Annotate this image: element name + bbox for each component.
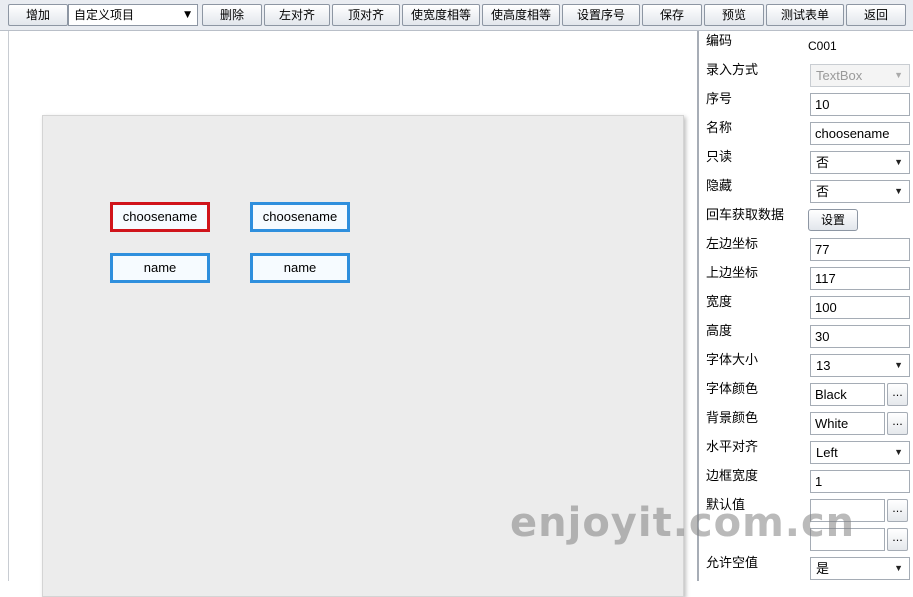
font-size-value: 13 — [816, 358, 831, 373]
font-color-picker-button[interactable]: ... — [887, 383, 908, 406]
input-mode-value: TextBox — [816, 68, 863, 83]
prop-row-left: 左边坐标 77 — [699, 236, 913, 265]
font-color-input[interactable]: Black — [810, 383, 885, 406]
prop-label: 水平对齐 — [706, 440, 759, 455]
readonly-select[interactable]: 否 ▼ — [810, 151, 910, 174]
background-color-picker-button[interactable]: ... — [887, 412, 908, 435]
background-color-input[interactable]: White — [810, 412, 885, 435]
prop-label: 宽度 — [706, 295, 733, 310]
align-top-button[interactable]: 顶对齐 — [332, 4, 400, 26]
form-canvas[interactable] — [42, 115, 684, 597]
preview-button[interactable]: 预览 — [704, 4, 764, 26]
hidden-value: 否 — [816, 184, 830, 199]
prop-label: 高度 — [706, 324, 733, 339]
test-form-button[interactable]: 测试表单 — [766, 4, 844, 26]
form-control-choosename[interactable]: choosename — [250, 202, 350, 232]
horizontal-align-select[interactable]: Left ▼ — [810, 441, 910, 464]
chevron-down-icon: ▼ — [894, 70, 903, 80]
readonly-value: 否 — [816, 155, 830, 170]
chevron-down-icon: ▼ — [894, 447, 903, 457]
back-button[interactable]: 返回 — [846, 4, 906, 26]
equal-width-button[interactable]: 使宽度相等 — [402, 4, 480, 26]
prop-row-enter-fetch: 回车获取数据 设置 — [699, 207, 913, 236]
order-input[interactable]: 10 — [810, 93, 910, 116]
chevron-down-icon: ▼ — [184, 10, 191, 20]
align-left-button[interactable]: 左对齐 — [264, 4, 330, 26]
horizontal-align-value: Left — [816, 445, 838, 460]
prop-row-readonly: 只读 否 ▼ — [699, 149, 913, 178]
prop-label: 回车获取数据 — [706, 208, 785, 223]
prop-row-allow-null: 允许空值 是 ▼ — [699, 555, 913, 584]
form-control-name[interactable]: name — [110, 253, 210, 283]
prop-row-default-value: 默认值 ... — [699, 497, 913, 526]
prop-row-h-align: 水平对齐 Left ▼ — [699, 439, 913, 468]
item-type-select-value: 自定义项目 — [74, 8, 135, 22]
border-width-input[interactable]: 1 — [810, 470, 910, 493]
default-value-picker-button[interactable]: ... — [887, 499, 908, 522]
font-size-select[interactable]: 13 ▼ — [810, 354, 910, 377]
prop-label: 隐藏 — [706, 179, 733, 194]
form-control-choosename-selected[interactable]: choosename — [110, 202, 210, 232]
prop-label: 名称 — [706, 121, 733, 136]
prop-label: 允许空值 — [706, 556, 759, 571]
prop-label: 编码 — [706, 34, 733, 49]
prop-row-obscured: ... — [699, 526, 913, 555]
item-type-select[interactable]: 自定义项目 ▼ — [68, 4, 198, 26]
input-mode-select: TextBox ▼ — [810, 64, 910, 87]
toolbar: 增加 自定义项目 ▼ 删除 左对齐 顶对齐 使宽度相等 使高度相等 设置序号 保… — [0, 0, 913, 31]
prop-row-font-color: 字体颜色 Black ... — [699, 381, 913, 410]
default-value-input[interactable] — [810, 499, 885, 522]
prop-label: 边框宽度 — [706, 469, 759, 484]
prop-label: 字体颜色 — [706, 382, 759, 397]
height-input[interactable]: 30 — [810, 325, 910, 348]
prop-row-input-mode: 录入方式 TextBox ▼ — [699, 62, 913, 91]
prop-label: 背景颜色 — [706, 411, 759, 426]
prop-row-top: 上边坐标 117 — [699, 265, 913, 294]
prop-label: 录入方式 — [706, 63, 759, 78]
prop-row-name: 名称 choosename — [699, 120, 913, 149]
form-control-name[interactable]: name — [250, 253, 350, 283]
prop-row-order: 序号 10 — [699, 91, 913, 120]
prop-row-bg-color: 背景颜色 White ... — [699, 410, 913, 439]
equal-height-button[interactable]: 使高度相等 — [482, 4, 560, 26]
prop-row-code: 编码 C001 — [699, 33, 913, 62]
prop-row-border-width: 边框宽度 1 — [699, 468, 913, 497]
hidden-select[interactable]: 否 ▼ — [810, 180, 910, 203]
prop-label: 上边坐标 — [706, 266, 759, 281]
chevron-down-icon: ▼ — [894, 157, 903, 167]
chevron-down-icon: ▼ — [894, 186, 903, 196]
design-workspace — [8, 31, 697, 597]
width-input[interactable]: 100 — [810, 296, 910, 319]
obscured-property-picker-button[interactable]: ... — [887, 528, 908, 551]
top-coordinate-input[interactable]: 117 — [810, 267, 910, 290]
prop-label: 只读 — [706, 150, 733, 165]
code-value: C001 — [808, 39, 837, 53]
property-panel: 编码 C001 录入方式 TextBox ▼ 序号 10 名称 choosena… — [697, 31, 913, 581]
allow-null-select[interactable]: 是 ▼ — [810, 557, 910, 580]
left-coordinate-input[interactable]: 77 — [810, 238, 910, 261]
obscured-property-input[interactable] — [810, 528, 885, 551]
prop-label: 默认值 — [706, 498, 746, 513]
enter-fetch-settings-button[interactable]: 设置 — [808, 209, 858, 231]
prop-label: 左边坐标 — [706, 237, 759, 252]
chevron-down-icon: ▼ — [894, 563, 903, 573]
prop-row-width: 宽度 100 — [699, 294, 913, 323]
prop-row-font-size: 字体大小 13 ▼ — [699, 352, 913, 381]
prop-row-height: 高度 30 — [699, 323, 913, 352]
name-input[interactable]: choosename — [810, 122, 910, 145]
prop-row-hidden: 隐藏 否 ▼ — [699, 178, 913, 207]
save-button[interactable]: 保存 — [642, 4, 702, 26]
set-order-button[interactable]: 设置序号 — [562, 4, 640, 26]
prop-label: 字体大小 — [706, 353, 759, 368]
chevron-down-icon: ▼ — [894, 360, 903, 370]
add-button[interactable]: 增加 — [8, 4, 68, 26]
delete-button[interactable]: 删除 — [202, 4, 262, 26]
prop-label: 序号 — [706, 92, 733, 107]
allow-null-value: 是 — [816, 561, 830, 576]
